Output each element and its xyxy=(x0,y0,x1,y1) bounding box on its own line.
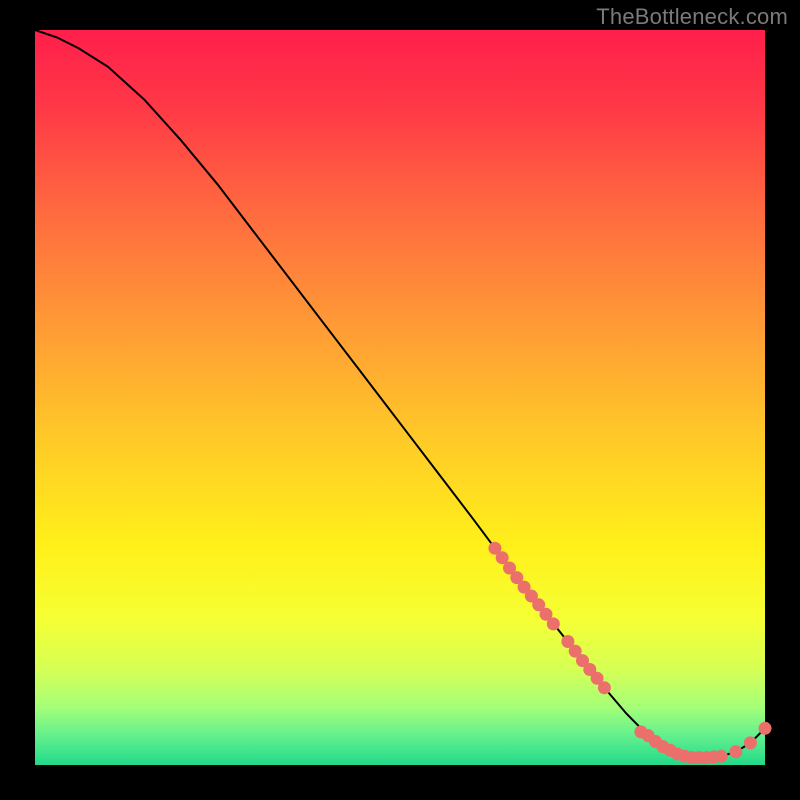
bottleneck-chart xyxy=(0,0,800,800)
chart-frame: TheBottleneck.com xyxy=(0,0,800,800)
highlight-dot xyxy=(759,722,772,735)
highlight-dot xyxy=(547,617,560,630)
highlight-dot xyxy=(715,750,728,763)
highlight-dot xyxy=(729,745,742,758)
highlight-dot xyxy=(598,681,611,694)
highlight-dot xyxy=(744,736,757,749)
